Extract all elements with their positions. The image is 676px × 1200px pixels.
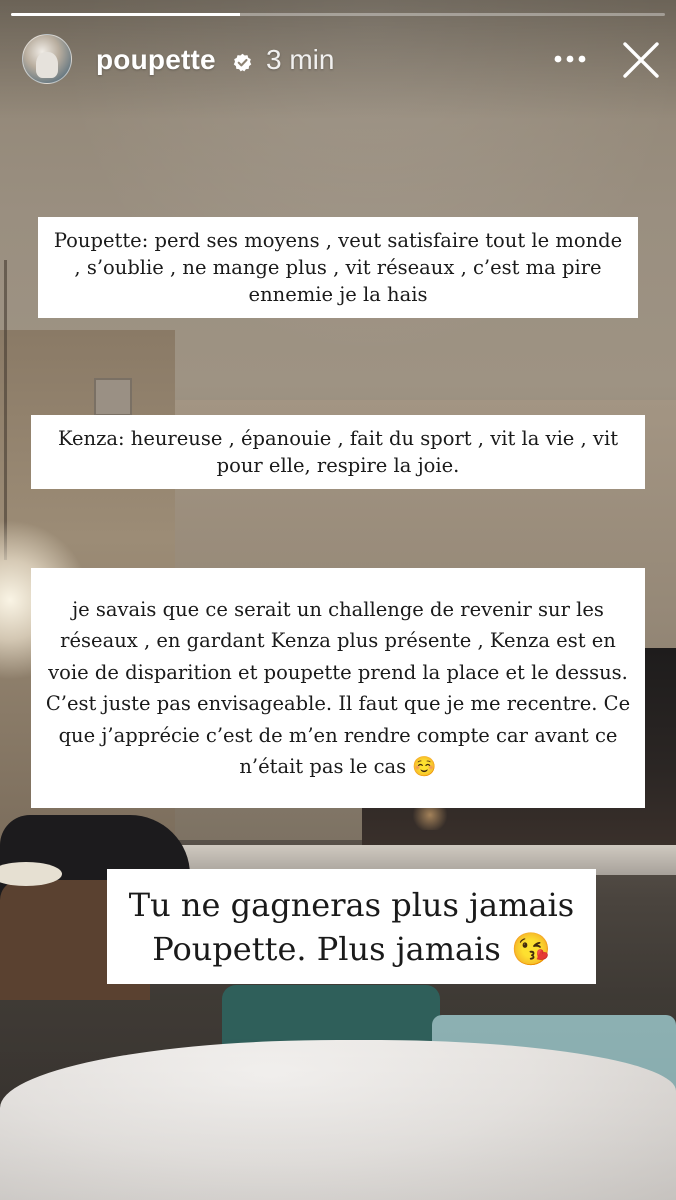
text-sticker-reflection-text: je savais que ce serait un challenge de … [45, 597, 631, 779]
text-sticker-kenza-text: Kenza: heureuse , épanouie , fait du spo… [57, 427, 619, 477]
username[interactable]: poupette [96, 44, 216, 76]
post-timestamp: 3 min [266, 44, 335, 75]
story-progress-bar [11, 13, 665, 16]
more-options-button[interactable] [548, 40, 592, 78]
text-sticker-kenza: Kenza: heureuse , épanouie , fait du spo… [31, 415, 645, 489]
text-sticker-conclusion: Tu ne gagneras plus jamais Poupette. Plu… [107, 869, 596, 984]
story-progress-fill [11, 13, 240, 16]
verified-badge-icon [233, 53, 252, 72]
text-sticker-poupette-text: Poupette: perd ses moyens , veut satisfa… [53, 229, 623, 306]
text-sticker-reflection: je savais que ce serait un challenge de … [31, 568, 645, 808]
text-sticker-conclusion-text: Tu ne gagneras plus jamais Poupette. Plu… [128, 885, 575, 968]
close-icon [623, 42, 659, 78]
story-header: poupette 3 min [0, 30, 676, 88]
close-button[interactable] [617, 36, 665, 84]
avatar[interactable] [22, 34, 72, 84]
text-sticker-poupette: Poupette: perd ses moyens , veut satisfa… [38, 217, 638, 318]
more-horizontal-icon [554, 55, 586, 63]
